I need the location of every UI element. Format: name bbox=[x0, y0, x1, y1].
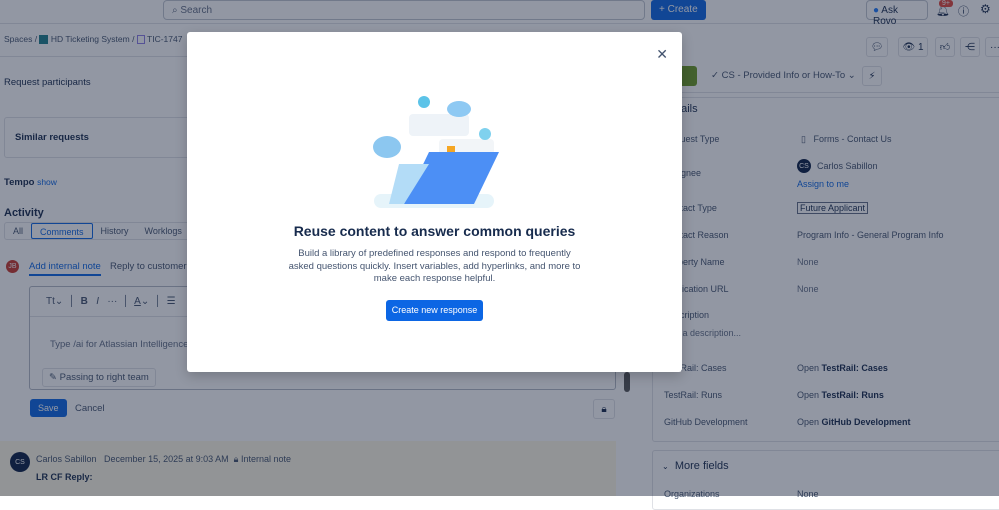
modal-description: Build a library of predefined responses … bbox=[288, 248, 581, 284]
canned-responses-modal: ✕ Reuse content to answer common queries… bbox=[187, 32, 682, 372]
create-new-response-button[interactable]: Create new response bbox=[386, 300, 483, 321]
close-icon[interactable]: ✕ bbox=[656, 46, 668, 63]
illustration bbox=[373, 96, 499, 208]
modal-title: Reuse content to answer common queries bbox=[293, 223, 576, 239]
